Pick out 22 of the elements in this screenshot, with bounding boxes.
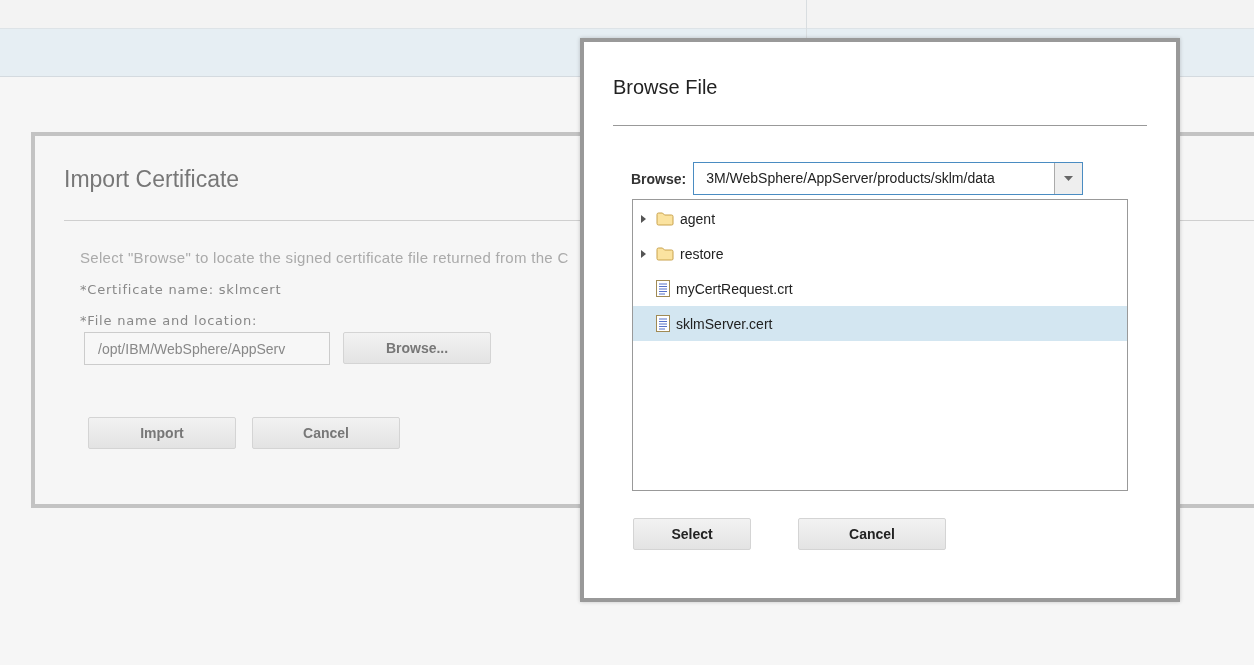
tree-item[interactable]: myCertRequest.crt — [633, 271, 1127, 306]
folder-icon — [656, 211, 674, 226]
file-location-label: *File name and location: — [80, 313, 258, 328]
cancel-button[interactable]: Cancel — [798, 518, 946, 550]
caret-icon — [1064, 176, 1074, 181]
dialog-title: Browse File — [612, 75, 719, 99]
expand-arrow-icon[interactable] — [641, 249, 646, 258]
path-dropdown[interactable]: 3M/WebSphere/AppServer/products/sklm/data — [693, 162, 1084, 195]
tree-item[interactable]: agent — [633, 201, 1127, 236]
browse-button[interactable]: Browse... — [343, 332, 491, 364]
browse-label: Browse: — [631, 170, 687, 187]
document-icon — [656, 280, 670, 297]
instructions-text: Select "Browse" to locate the signed certificate file returned from the C — [80, 249, 569, 266]
expand-arrow-icon[interactable] — [641, 214, 646, 223]
document-icon — [656, 315, 670, 332]
import-button[interactable]: Import — [88, 417, 236, 449]
folder-icon — [656, 246, 674, 261]
cancel-button[interactable]: Cancel — [252, 417, 400, 449]
certificate-name-label: *Certificate name: sklmcert — [80, 282, 282, 297]
select-button[interactable]: Select — [633, 518, 751, 550]
tree-item[interactable]: restore — [633, 236, 1127, 271]
tree-item[interactable]: sklmServer.cert — [633, 306, 1127, 341]
